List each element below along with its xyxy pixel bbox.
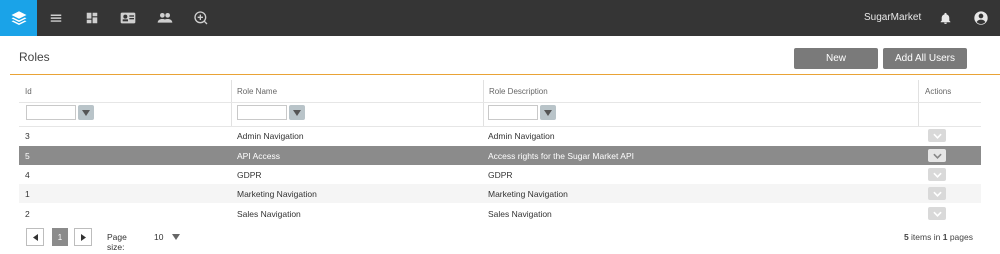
filter-dropdown-icon [544,109,552,116]
id-cell: 5 [25,150,30,161]
role-description-cell: Access rights for the Sugar Market API [488,150,634,161]
add-all-users-button[interactable]: Add All Users [883,48,967,69]
id-filter-input[interactable] [26,105,76,120]
pager-info: 5 items in 1 pages [904,232,973,242]
role-name-cell: GDPR [237,169,262,180]
layers-icon [11,11,26,26]
chevron-right-icon [80,233,86,241]
role-name-cell: API Access [237,150,280,161]
role-description-cell: Sales Navigation [488,208,552,219]
page-size-select[interactable]: 10 [154,232,163,242]
id-cell: 3 [25,130,30,141]
chevron-down-icon [932,172,942,178]
column-header-role-description[interactable]: Role Description [489,80,548,102]
row-actions-button[interactable] [928,149,946,162]
id-cell: 1 [25,188,30,199]
table-row[interactable]: 1 Marketing Navigation Marketing Navigat… [19,184,981,203]
role-name-filter-input[interactable] [237,105,287,120]
row-actions-button[interactable] [928,129,946,142]
id-cell: 2 [25,208,30,219]
chevron-down-icon [932,211,942,217]
table-row[interactable]: 2 Sales Navigation Sales Navigation [19,204,981,223]
brand-logo[interactable] [0,0,37,36]
table-row[interactable]: 5 API Access Access rights for the Sugar… [19,146,981,165]
chevron-down-icon [932,191,942,197]
table-row[interactable]: 3 Admin Navigation Admin Navigation [19,126,981,145]
role-description-filter-input[interactable] [488,105,538,120]
pager-info-text: items in [911,232,941,242]
chevron-left-icon [32,233,38,241]
row-actions-button[interactable] [928,207,946,220]
header-rule [19,102,981,103]
people-icon[interactable] [156,9,174,27]
page-size-label: Page size: [107,232,127,252]
previous-page-button[interactable] [26,228,44,246]
current-page-button[interactable]: 1 [52,228,68,246]
page-size-dropdown[interactable] [172,232,180,242]
chevron-down-icon [932,133,942,139]
account-circle-icon[interactable] [972,9,990,27]
top-navigation-bar: SugarMarket [0,0,1000,36]
id-filter-button[interactable] [78,105,94,120]
column-header-role-name[interactable]: Role Name [237,80,277,102]
contact-card-icon[interactable] [119,9,137,27]
role-description-cell: Admin Navigation [488,130,555,141]
role-name-filter-button[interactable] [289,105,305,120]
page-count: 1 [942,232,948,242]
dashboard-icon[interactable] [83,9,101,27]
page-title: Roles [19,50,50,64]
bell-icon[interactable] [936,9,954,27]
item-count: 5 [903,232,909,242]
chevron-down-icon [932,153,942,159]
chevron-down-icon [172,234,180,240]
filter-dropdown-icon [82,109,90,116]
role-name-cell: Marketing Navigation [237,188,317,199]
menu-icon[interactable] [47,9,65,27]
role-description-filter-button[interactable] [540,105,556,120]
role-name-cell: Admin Navigation [237,130,304,141]
add-circle-icon[interactable] [192,9,210,27]
column-divider [918,80,919,126]
pager-info-end: pages [949,232,973,242]
row-actions-button[interactable] [928,187,946,200]
id-cell: 4 [25,169,30,180]
row-actions-button[interactable] [928,168,946,181]
header-divider [10,74,1000,75]
account-name[interactable]: SugarMarket [864,12,921,23]
column-divider [483,80,484,126]
column-divider [231,80,232,126]
column-header-actions: Actions [925,86,952,96]
column-header-id[interactable]: Id [25,80,32,102]
new-button[interactable]: New [794,48,878,69]
role-description-cell: GDPR [488,169,513,180]
role-description-cell: Marketing Navigation [488,188,568,199]
next-page-button[interactable] [74,228,92,246]
table-row[interactable]: 4 GDPR GDPR [19,165,981,184]
filter-dropdown-icon [293,109,301,116]
role-name-cell: Sales Navigation [237,208,301,219]
